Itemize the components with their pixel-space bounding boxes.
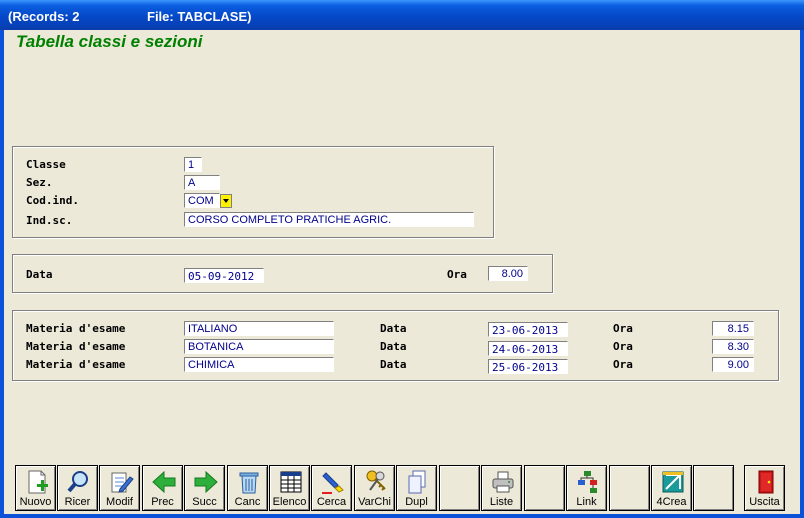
ricer-label: Ricer [64,496,91,508]
sez-label: Sez. [26,176,53,189]
duplicate-icon [408,470,426,494]
toolbar: Nuovo Ricer Modif Prec Succ Canc Elenco … [13,465,787,512]
codind-label: Cod.ind. [26,194,79,207]
esame-ora-label: Ora [613,322,633,335]
window-frame-left [0,30,4,518]
classe-label: Classe [26,158,66,171]
indsc-field[interactable]: CORSO COMPLETO PRATICHE AGRIC. [184,212,474,227]
crea-button[interactable]: 4Crea [651,465,692,511]
liste-button[interactable]: Liste [481,465,522,511]
app-window: (Records: 2 File: TABCLASE) Tabella clas… [0,0,804,518]
title-bar[interactable]: (Records: 2 File: TABCLASE) [0,0,804,30]
table-list-icon [280,471,302,493]
materia-label: Materia d'esame [26,322,126,335]
prec-label: Prec [151,496,174,508]
cerca-label: Cerca [316,496,347,508]
new-document-icon [28,470,48,494]
cerca-button[interactable]: Cerca [311,465,352,511]
uscita-button[interactable]: Uscita [744,465,785,511]
esame-data-label: Data [380,322,407,335]
materia-field[interactable]: BOTANICA [184,339,334,354]
esame-ora-field[interactable]: 9.00 [712,357,754,372]
prec-button[interactable]: Prec [142,465,183,511]
canc-label: Canc [234,496,261,508]
file-name: File: TABCLASE) [147,9,252,24]
window-frame-right [800,30,804,518]
nuovo-button[interactable]: Nuovo [15,465,56,511]
canc-button[interactable]: Canc [227,465,268,511]
esame-data-label: Data [380,340,407,353]
empty-button-2[interactable] [524,465,565,511]
modif-button[interactable]: Modif [99,465,140,511]
materia-field[interactable]: CHIMICA [184,357,334,372]
esame-data-field[interactable]: 24-06-2013 [488,341,568,356]
ora-field[interactable]: 8.00 [488,266,528,281]
elenco-button[interactable]: Elenco [269,465,310,511]
esame-ora-field[interactable]: 8.15 [712,321,754,336]
create-icon [662,471,684,493]
link-tree-icon [578,471,597,493]
esame-ora-label: Ora [613,340,633,353]
exit-door-icon [758,470,774,494]
dupl-label: Dupl [405,496,428,508]
esame-ora-label: Ora [613,358,633,371]
succ-label: Succ [192,496,217,508]
data-field[interactable]: 05-09-2012 [184,268,264,283]
empty-button-1[interactable] [439,465,480,511]
arrow-left-icon [152,470,176,494]
sez-field[interactable]: A [184,175,220,190]
materia-label: Materia d'esame [26,358,126,371]
nuovo-label: Nuovo [19,496,52,508]
varchi-button[interactable]: VarChi [354,465,395,511]
crea-label: 4Crea [656,496,687,508]
liste-label: Liste [489,496,514,508]
varchi-label: VarChi [358,496,391,508]
link-button[interactable]: Link [566,465,607,511]
window-frame-bottom [0,514,804,518]
arrow-right-icon [194,470,218,494]
esame-ora-field[interactable]: 8.30 [712,339,754,354]
esame-data-field[interactable]: 25-06-2013 [488,359,568,374]
empty-button-3[interactable] [609,465,650,511]
keys-icon [366,470,386,491]
uscita-label: Uscita [749,496,780,508]
dupl-button[interactable]: Dupl [396,465,437,511]
magnifier-icon [67,471,88,493]
classe-field[interactable]: 1 [184,157,202,172]
succ-button[interactable]: Succ [184,465,225,511]
printer-icon [492,471,514,493]
link-label: Link [576,496,597,508]
elenco-label: Elenco [272,496,307,508]
edit-document-icon [111,472,134,493]
ora-label: Ora [447,268,467,281]
highlighter-icon [322,472,344,494]
page-title: Tabella classi e sezioni [16,32,203,51]
modif-label: Modif [106,496,133,508]
data-label: Data [26,268,53,281]
data-group [12,254,553,293]
trash-icon [239,472,259,494]
codind-field[interactable]: COM [184,193,220,208]
ricer-button[interactable]: Ricer [57,465,98,511]
records-count: (Records: 2 [8,9,80,24]
codind-dropdown-button[interactable] [220,194,232,208]
esame-data-field[interactable]: 23-06-2013 [488,322,568,337]
materia-field[interactable]: ITALIANO [184,321,334,336]
empty-button-4[interactable] [693,465,734,511]
materia-label: Materia d'esame [26,340,126,353]
indsc-label: Ind.sc. [26,214,73,227]
esame-data-label: Data [380,358,407,371]
